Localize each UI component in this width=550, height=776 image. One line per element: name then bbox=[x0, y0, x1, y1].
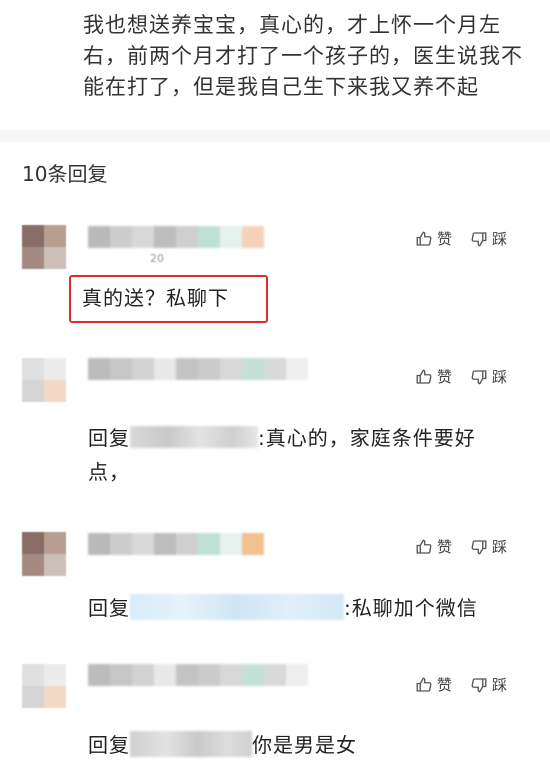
reply-prefix: 回复 bbox=[88, 733, 130, 757]
reply-comment: 回复:真心的，家庭条件要好点， bbox=[88, 421, 508, 489]
avatar[interactable] bbox=[22, 358, 66, 402]
username-blurred[interactable] bbox=[88, 533, 264, 555]
like-button[interactable]: 赞 bbox=[415, 228, 452, 249]
mention-blurred[interactable] bbox=[130, 593, 344, 620]
like-label: 赞 bbox=[437, 368, 453, 386]
reply-comment: 回复 :私聊加个微信 bbox=[88, 592, 478, 621]
dislike-label: 踩 bbox=[492, 230, 508, 248]
dislike-label: 踩 bbox=[492, 676, 508, 694]
reply-text: 你是男是女 bbox=[252, 733, 357, 757]
thumbs-down-icon bbox=[471, 369, 487, 384]
like-button[interactable]: 赞 bbox=[415, 366, 452, 387]
username-blurred[interactable] bbox=[88, 226, 264, 248]
thumbs-down-icon bbox=[471, 677, 487, 692]
mention-blurred[interactable] bbox=[130, 426, 258, 448]
like-button[interactable]: 赞 bbox=[415, 674, 452, 695]
avatar[interactable] bbox=[22, 532, 66, 576]
like-label: 赞 bbox=[437, 538, 453, 556]
dislike-button[interactable]: 踩 bbox=[470, 536, 507, 557]
dislike-button[interactable]: 踩 bbox=[470, 674, 507, 695]
username-blurred[interactable] bbox=[88, 664, 308, 686]
like-label: 赞 bbox=[437, 230, 453, 248]
thumbs-down-icon bbox=[471, 231, 487, 246]
reply-text: :私聊加个微信 bbox=[344, 596, 478, 620]
thumbs-down-icon bbox=[471, 539, 487, 554]
post-text: 我也想送养宝宝，真心的，才上怀一个月左右，前两个月才打了一个孩子的，医生说我不能… bbox=[83, 13, 523, 99]
section-divider bbox=[0, 130, 550, 142]
thumbs-up-icon bbox=[416, 539, 432, 554]
reply-count: 10条回复 bbox=[22, 162, 108, 186]
mention-blurred[interactable] bbox=[130, 730, 252, 757]
like-button[interactable]: 赞 bbox=[415, 536, 452, 557]
thumbs-up-icon bbox=[416, 369, 432, 384]
like-label: 赞 bbox=[437, 676, 453, 694]
reply-actions: 赞 踩 bbox=[415, 674, 525, 695]
reply-actions: 赞 踩 bbox=[415, 536, 525, 557]
username-blurred[interactable] bbox=[88, 358, 308, 380]
thumbs-up-icon bbox=[416, 231, 432, 246]
reply-actions: 赞 踩 bbox=[415, 366, 525, 387]
reply-comment: 回复 你是男是女 bbox=[88, 729, 357, 758]
avatar[interactable] bbox=[22, 664, 66, 708]
dislike-button[interactable]: 踩 bbox=[470, 366, 507, 387]
reply-prefix: 回复 bbox=[88, 426, 130, 450]
dislike-button[interactable]: 踩 bbox=[470, 228, 507, 249]
dislike-label: 踩 bbox=[492, 368, 508, 386]
reply-actions: 赞 踩 bbox=[415, 228, 525, 249]
timestamp-fragment: 20 bbox=[150, 252, 164, 265]
reply-comment: 真的送？私聊下 bbox=[82, 286, 229, 310]
thumbs-up-icon bbox=[416, 677, 432, 692]
avatar[interactable] bbox=[22, 225, 66, 269]
reply-prefix: 回复 bbox=[88, 596, 130, 620]
dislike-label: 踩 bbox=[492, 538, 508, 556]
